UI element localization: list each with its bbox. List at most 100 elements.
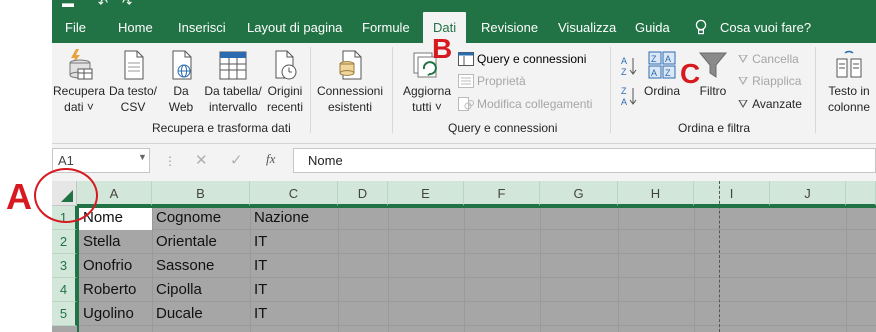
svg-text:Z: Z bbox=[621, 86, 627, 96]
queries-connections-label: Query e connessioni bbox=[477, 52, 587, 66]
existing-connections-button[interactable]: Connessioni esistenti bbox=[314, 49, 386, 115]
queries-connections-button[interactable]: Query e connessioni bbox=[458, 51, 586, 67]
from-text-label-2: CSV bbox=[120, 100, 146, 114]
existing-connections-label-1: Connessioni bbox=[316, 84, 384, 98]
from-text-csv-button[interactable]: Da testo/ CSV bbox=[108, 49, 158, 115]
cancel-icon[interactable]: ✕ bbox=[195, 151, 208, 169]
sort-button[interactable]: Z A A Z Ordina bbox=[642, 51, 682, 99]
save-icon[interactable]: ▬ bbox=[62, 0, 74, 10]
column-header-k[interactable] bbox=[846, 181, 876, 206]
recent-sources-icon bbox=[275, 50, 297, 80]
annotation-letter-b: B bbox=[432, 33, 453, 64]
redo-icon[interactable]: ↷ bbox=[122, 0, 132, 10]
edit-links-button[interactable]: Modifica collegamenti bbox=[458, 96, 592, 112]
get-data-label-2: dati ˅ bbox=[64, 100, 94, 114]
column-header-e[interactable]: E bbox=[388, 181, 464, 206]
properties-button[interactable]: Proprietà bbox=[458, 73, 526, 89]
row-header-3[interactable]: 3 bbox=[52, 254, 77, 278]
tab-review[interactable]: Revisione bbox=[481, 12, 538, 43]
ribbon-separator bbox=[310, 47, 311, 133]
tab-view[interactable]: Visualizza bbox=[558, 12, 616, 43]
enter-check-icon[interactable]: ✓ bbox=[230, 151, 243, 169]
group-label-get-transform: Recupera e trasforma dati bbox=[152, 121, 291, 135]
recent-sources-label-1: Origini bbox=[267, 84, 303, 98]
column-header-f[interactable]: F bbox=[464, 181, 540, 206]
from-table-button[interactable]: Da tabella/ intervallo bbox=[202, 49, 264, 115]
column-header-d[interactable]: D bbox=[338, 181, 388, 206]
reapply-filter-button[interactable]: ⛛ Riapplica bbox=[738, 73, 801, 89]
column-header-j[interactable]: J bbox=[770, 181, 846, 206]
from-table-label-2: intervallo bbox=[208, 100, 258, 114]
svg-text:A: A bbox=[621, 56, 627, 66]
connections-icon bbox=[339, 50, 362, 80]
existing-connections-label-2: esistenti bbox=[327, 100, 373, 114]
svg-text:Z: Z bbox=[651, 54, 657, 64]
table-icon bbox=[219, 51, 247, 80]
advanced-filter-button[interactable]: ⛛ Avanzate bbox=[738, 96, 802, 112]
advanced-filter-label: Avanzate bbox=[752, 97, 802, 111]
text-to-columns-label-1: Testo in bbox=[828, 84, 870, 98]
text-to-columns-icon bbox=[836, 50, 862, 78]
row-header-2[interactable]: 2 bbox=[52, 230, 77, 254]
annotation-circle bbox=[34, 168, 98, 223]
edit-links-icon bbox=[458, 97, 474, 111]
group-label-queries: Query e connessioni bbox=[448, 121, 558, 135]
get-data-button[interactable]: Recupera dati ˅ bbox=[52, 49, 106, 115]
from-table-label-1: Da tabella/ bbox=[204, 84, 262, 98]
from-web-label-2: Web bbox=[168, 100, 194, 114]
text-file-icon bbox=[124, 50, 144, 80]
text-to-columns-label-2: colonne bbox=[827, 100, 871, 114]
svg-text:A: A bbox=[651, 68, 657, 78]
tab-help[interactable]: Guida bbox=[635, 12, 670, 43]
sort-dialog-icon: Z A A Z bbox=[648, 51, 676, 79]
from-web-button[interactable]: Da Web bbox=[162, 49, 200, 115]
refresh-label-1: Aggiorna bbox=[402, 84, 452, 98]
formula-bar-grip-icon[interactable]: ⋮ bbox=[164, 154, 176, 168]
sort-label: Ordina bbox=[643, 84, 681, 98]
clear-filter-button[interactable]: ⛛ Cancella bbox=[738, 51, 799, 67]
title-bar: ▬ ↶ ↷ bbox=[52, 0, 876, 12]
column-header-g[interactable]: G bbox=[540, 181, 618, 206]
get-data-label-1: Recupera bbox=[52, 84, 106, 98]
ribbon-tabs: File Home Inserisci Layout di pagina For… bbox=[52, 12, 876, 43]
name-box-dropdown-icon[interactable]: ▼ bbox=[138, 152, 147, 162]
row-header-5[interactable]: 5 bbox=[52, 302, 77, 326]
recent-sources-button[interactable]: Origini recenti bbox=[264, 49, 306, 115]
ribbon-separator bbox=[392, 47, 393, 133]
svg-text:Z: Z bbox=[621, 67, 627, 77]
refresh-label-2: tutti ˅ bbox=[412, 100, 442, 114]
ribbon-separator bbox=[815, 47, 816, 133]
ribbon-data: Recupera dati ˅ Da testo/ CSV Da Web Da … bbox=[52, 43, 876, 144]
column-header-h[interactable]: H bbox=[618, 181, 694, 206]
undo-icon[interactable]: ↶ bbox=[98, 0, 108, 10]
text-to-columns-button[interactable]: Testo in colonne bbox=[822, 49, 876, 115]
sort-ascending-icon[interactable]: A Z bbox=[620, 55, 638, 77]
selection-border bbox=[77, 206, 876, 332]
database-icon bbox=[69, 49, 93, 80]
web-file-icon bbox=[172, 50, 192, 80]
formula-input[interactable]: Nome bbox=[293, 148, 876, 173]
tell-me-search[interactable]: Cosa vuoi fare? bbox=[720, 12, 811, 43]
group-label-sort-filter: Ordina e filtra bbox=[678, 121, 751, 135]
recent-sources-label-2: recenti bbox=[266, 100, 304, 114]
properties-icon bbox=[458, 74, 474, 88]
edit-links-label: Modifica collegamenti bbox=[477, 97, 593, 111]
tab-insert[interactable]: Inserisci bbox=[178, 12, 226, 43]
column-header-b[interactable]: B bbox=[152, 181, 250, 206]
advanced-filter-icon: ⛛ bbox=[738, 97, 749, 111]
tab-formulas[interactable]: Formule bbox=[362, 12, 410, 43]
tab-file[interactable]: File bbox=[65, 12, 86, 43]
row-header-4[interactable]: 4 bbox=[52, 278, 77, 302]
reapply-filter-label: Riapplica bbox=[752, 74, 802, 88]
tab-page-layout[interactable]: Layout di pagina bbox=[247, 12, 342, 43]
tab-home[interactable]: Home bbox=[118, 12, 153, 43]
sort-descending-icon[interactable]: Z A bbox=[620, 85, 638, 107]
column-header-c[interactable]: C bbox=[250, 181, 338, 206]
column-header-i[interactable]: I bbox=[694, 181, 770, 206]
svg-text:A: A bbox=[621, 97, 627, 107]
insert-function-button[interactable]: fx bbox=[266, 151, 275, 167]
annotation-letter-a: A bbox=[6, 176, 32, 217]
from-web-label-1: Da bbox=[173, 84, 189, 98]
from-text-label-1: Da testo/ bbox=[108, 84, 158, 98]
ribbon-separator bbox=[610, 47, 611, 133]
